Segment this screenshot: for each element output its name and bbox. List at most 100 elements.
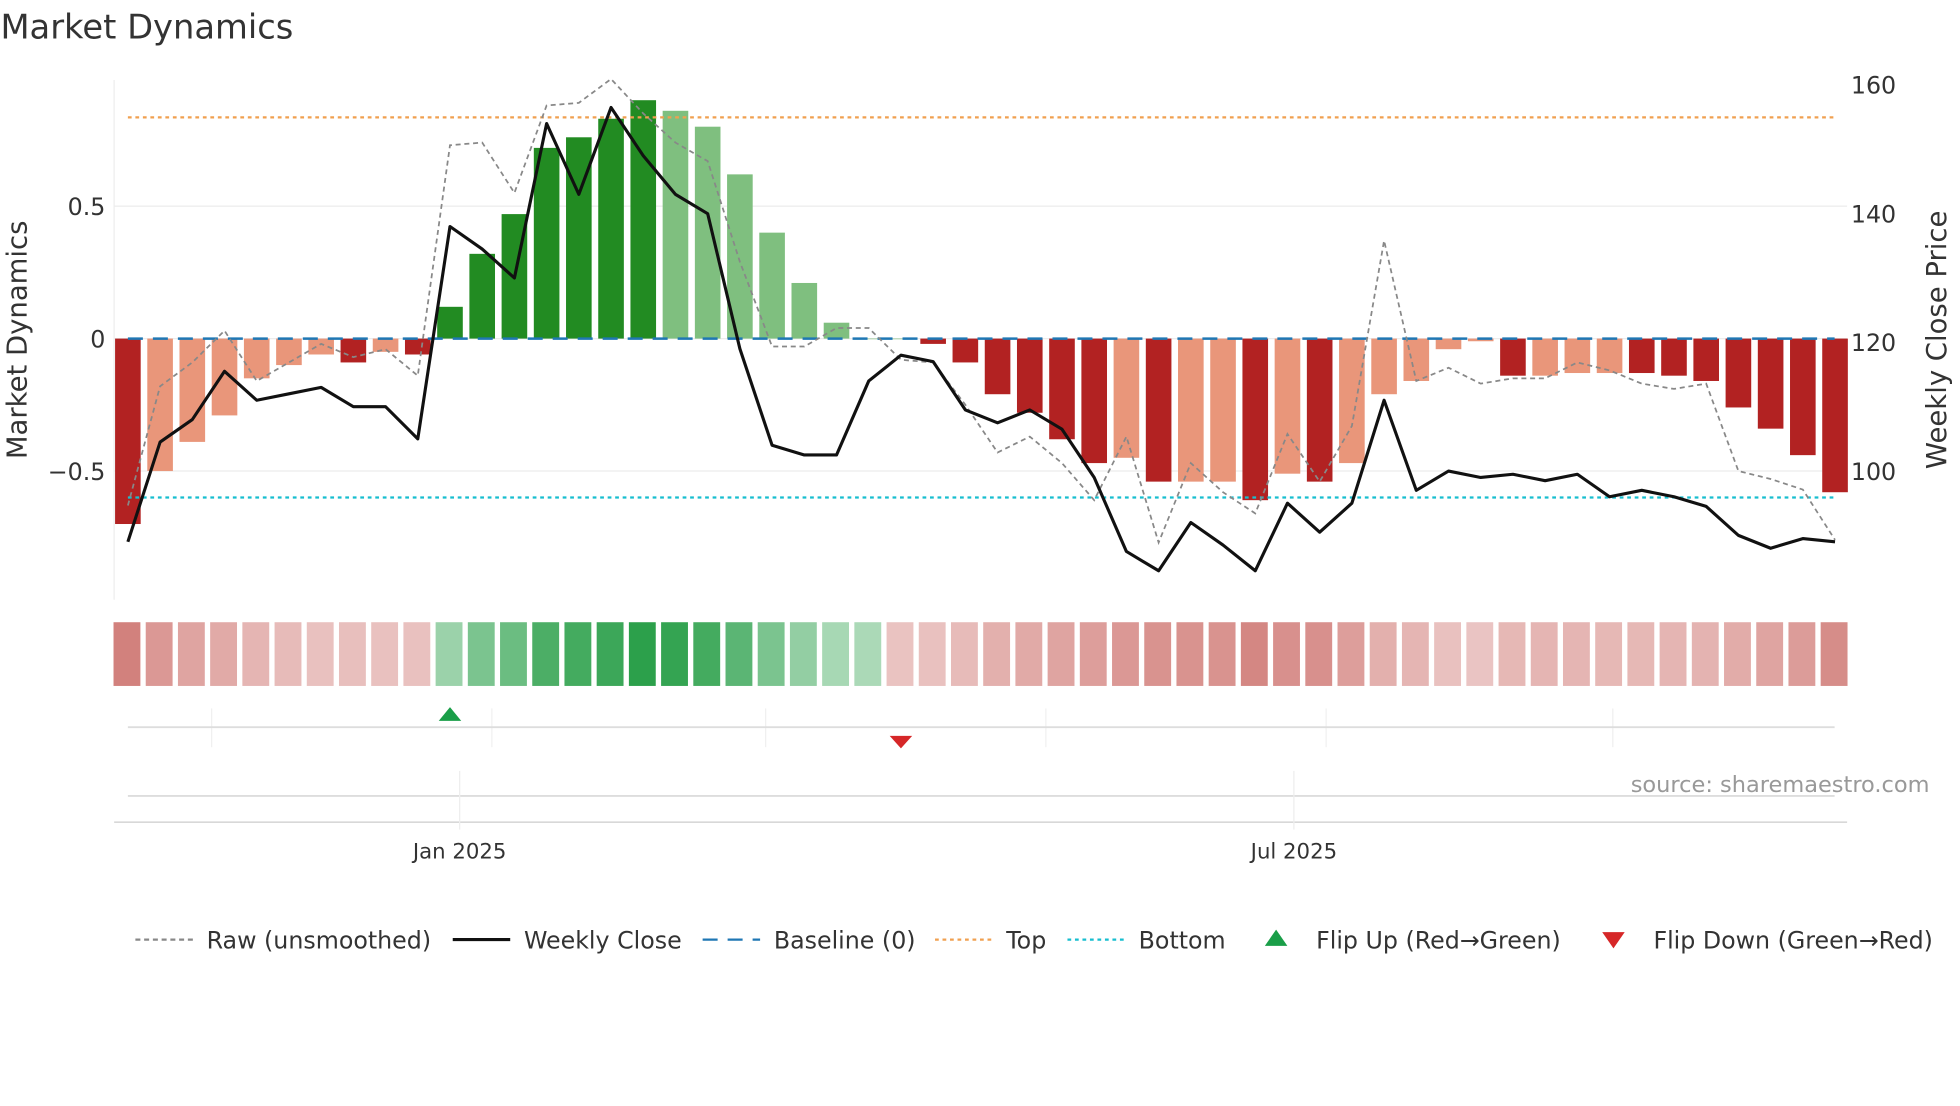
dynamics-bar: [1145, 338, 1172, 482]
y2-tick-label: 120: [1851, 329, 1896, 357]
strength-strip-cell: [1724, 622, 1751, 686]
dynamics-bar: [823, 322, 850, 339]
legend-label-flip_up: Flip Up (Red→Green): [1316, 926, 1561, 954]
raw-line: [127, 77, 1836, 546]
strength-strip-cell: [789, 622, 817, 686]
chart-title: Market Dynamics: [0, 8, 293, 47]
strength-strip-cell: [1369, 622, 1397, 686]
strength-strip-cell: [854, 622, 882, 686]
strength-strip-cell: [918, 622, 946, 686]
strength-strip-cell: [1079, 622, 1107, 686]
dynamics-bar: [598, 118, 624, 339]
strength-strip-cell: [1208, 622, 1236, 686]
dynamics-bar: [1661, 338, 1687, 376]
x-tick-label: Jan 2025: [411, 839, 507, 864]
strength-strip-cell: [661, 622, 688, 686]
dynamics-bar: [1113, 338, 1140, 458]
dynamics-bar: [1339, 338, 1365, 464]
legend-flip-up-icon: [1264, 929, 1288, 946]
legend-label-bottom: Bottom: [1139, 926, 1226, 954]
strength-strip-cell: [145, 622, 173, 686]
dynamics-bar: [1210, 338, 1236, 482]
strength-strip-cell: [1434, 622, 1462, 686]
strength-strip-cell: [822, 622, 850, 686]
dynamics-bar: [1757, 338, 1784, 429]
strength-strip-cell: [1144, 622, 1172, 686]
strength-strip-cell: [306, 622, 334, 686]
strength-strip-cell: [177, 622, 205, 686]
strength-strip-cell: [1240, 622, 1268, 686]
strength-strip-cell: [628, 622, 656, 686]
dynamics-bar: [630, 100, 657, 339]
dynamics-bar: [1242, 338, 1269, 501]
dynamics-bar: [308, 338, 334, 355]
dynamics-bar: [1306, 338, 1333, 482]
dynamics-bar: [1628, 338, 1655, 374]
dynamics-bar: [340, 338, 367, 363]
dynamics-bar: [276, 338, 302, 366]
dynamics-bar: [1693, 338, 1720, 381]
legend-label-flip_down: Flip Down (Green→Red): [1653, 926, 1932, 954]
strength-strip-cell: [1337, 622, 1365, 686]
dynamics-bar: [984, 338, 1011, 395]
strength-strip-cell: [1498, 622, 1526, 686]
dynamics-bar: [1790, 338, 1816, 456]
flip-down-marker: [889, 735, 913, 749]
dynamics-bar: [1081, 338, 1108, 464]
dynamics-bar: [1725, 338, 1752, 408]
strength-strip-cell: [1595, 622, 1623, 686]
strength-strip-cell: [467, 622, 495, 686]
legend-flip-down-icon: [1602, 932, 1625, 949]
dynamics-bar: [1403, 338, 1430, 381]
strength-strip-cell: [532, 622, 560, 686]
y2-axis-label: Weekly Close Price: [1921, 211, 1953, 469]
dynamics-bar: [1822, 338, 1848, 493]
strength-strip-cell: [371, 622, 399, 686]
y2-tick-label: 160: [1851, 72, 1896, 100]
dynamics-bar: [952, 338, 979, 363]
legend-label-top: Top: [1005, 926, 1046, 954]
strength-strip-cell: [1466, 622, 1494, 686]
strength-strip-cell: [242, 622, 270, 686]
strength-strip-cell: [274, 622, 302, 686]
strength-strip-cell: [1047, 622, 1075, 686]
legend-label-close: Weekly Close: [524, 926, 682, 954]
strength-strip-cell: [1788, 622, 1816, 686]
dynamics-bar: [147, 338, 173, 472]
strength-strip-cell: [757, 622, 785, 686]
strength-strip-cell: [1820, 622, 1848, 686]
legend-label-raw: Raw (unsmoothed): [207, 926, 431, 954]
strength-strip-cell: [1562, 622, 1590, 686]
strength-strip-cell: [1530, 622, 1558, 686]
strength-strip-cell: [950, 622, 978, 686]
strength-strip-cell: [693, 622, 721, 686]
strength-strip-cell: [1273, 622, 1300, 686]
y-tick-label: −0.5: [48, 458, 106, 486]
source-text: source: sharemaestro.com: [1631, 772, 1930, 798]
dynamics-bar: [533, 147, 560, 339]
flip-up-marker: [438, 707, 462, 721]
strength-strip-cell: [500, 622, 527, 686]
y2-tick-label: 100: [1851, 458, 1896, 486]
dynamics-bar: [1016, 338, 1043, 413]
strength-strip-cell: [1691, 622, 1719, 686]
dynamics-bar: [1500, 338, 1526, 376]
strength-strip-cell: [725, 622, 753, 686]
y-axis-label: Market Dynamics: [2, 221, 34, 460]
strength-strip-cell: [403, 622, 431, 686]
dynamics-bar: [1371, 338, 1397, 395]
dynamics-bar: [759, 232, 785, 339]
strength-strip-cell: [1627, 622, 1655, 686]
market-dynamics-chart: Market Dynamics Market Dynamics Weekly C…: [0, 8, 1953, 955]
dynamics-bar: [791, 282, 818, 339]
strength-strip-cell: [1112, 622, 1139, 686]
strength-strip-cell: [1176, 622, 1204, 686]
dynamics-bar: [694, 126, 721, 339]
strength-strip-cell: [983, 622, 1011, 686]
strength-strip-cell: [564, 622, 592, 686]
strength-strip-cell: [1401, 622, 1429, 686]
strength-strip-cell: [435, 622, 463, 686]
dynamics-bar: [1274, 338, 1301, 474]
legend-label-baseline: Baseline (0): [774, 926, 916, 954]
dynamics-bar: [404, 338, 431, 355]
